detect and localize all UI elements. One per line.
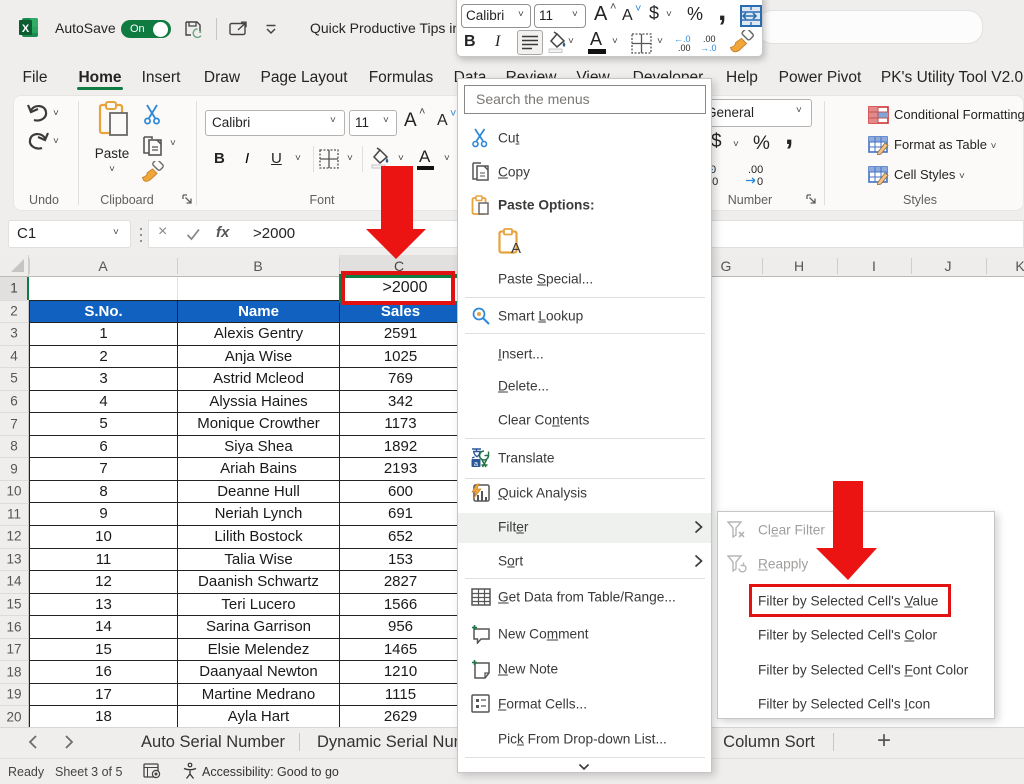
svg-text:.00: .00 bbox=[748, 164, 763, 176]
svg-text:X: X bbox=[22, 23, 30, 35]
svg-text:A: A bbox=[511, 240, 521, 255]
svg-text:0: 0 bbox=[757, 176, 763, 187]
svg-text:→.0: →.0 bbox=[700, 43, 717, 53]
svg-text:.00: .00 bbox=[678, 43, 691, 53]
